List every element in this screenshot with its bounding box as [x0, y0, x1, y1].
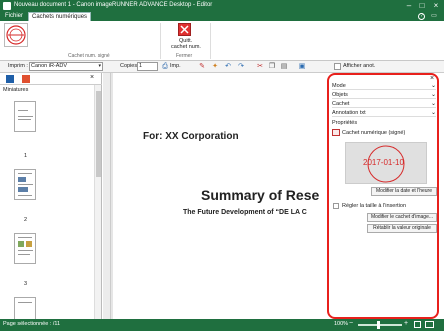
section-annotation[interactable]: Annotation txt ⌄ [332, 109, 436, 117]
document-page: For: XX Corporation Summary of Rese The … [113, 73, 328, 319]
help-icon[interactable]: ? [418, 13, 425, 20]
status-bar: Page sélectionnée : /11 100% − + [0, 319, 444, 331]
ribbon-tabs: Fichier Cachets numériques ? ▭ [0, 12, 444, 21]
ribbon-toggle-icon[interactable]: ▭ [429, 13, 439, 20]
print-icon[interactable]: ⎙ [161, 63, 169, 71]
toolbar: Imprim : Canon iR-ADV ▾ Copies: 1 ⎙ Imp.… [0, 61, 444, 73]
section-mode[interactable]: Mode ⌄ [332, 82, 436, 90]
copies-input[interactable]: 1 [137, 62, 158, 71]
stamp-button[interactable] [4, 23, 28, 47]
printer-select[interactable]: Canon iR-ADV ▾ [29, 62, 103, 71]
minimize-icon[interactable]: – [404, 1, 414, 11]
maximize-icon[interactable]: □ [417, 1, 427, 11]
stamp-item-icon [332, 129, 340, 136]
thumbnails-tab-icon[interactable] [6, 75, 14, 83]
fit-width-icon[interactable] [425, 321, 434, 328]
quit-icon [178, 23, 191, 36]
doc-title: Summary of Rese [201, 187, 320, 203]
tab-cachets-numeriques[interactable]: Cachets numériques [28, 12, 92, 21]
title-bar: Nouveau document 1 - Canon imageRUNNER A… [0, 0, 444, 12]
view-icon[interactable]: ▣ [298, 63, 306, 71]
zoom-in-icon[interactable]: + [404, 320, 408, 327]
zoom-slider[interactable] [358, 324, 402, 326]
ribbon: Cachet num. signé Quitt. cachet num. Fer… [0, 21, 444, 61]
doc-for-line: For: XX Corporation [143, 131, 239, 142]
chevron-down-icon: ▾ [98, 63, 101, 69]
resize-checkbox-label: Régler la taille à l'insertion [342, 203, 407, 209]
splitter-handle[interactable] [103, 73, 111, 319]
chevron-down-icon: ⌄ [430, 83, 436, 89]
document-area: For: XX Corporation Summary of Rese The … [103, 73, 328, 319]
quit-stamp-button[interactable]: Quitt. cachet num. [166, 23, 204, 51]
thumbnail-number-2: 2 [24, 217, 28, 223]
close-panel-icon[interactable]: × [430, 75, 434, 82]
stamp-item-label: Cachet numérique (signé) [342, 130, 406, 136]
stamp-group-label: Cachet num. signé [68, 53, 110, 59]
window-title: Nouveau document 1 - Canon imageRUNNER A… [14, 2, 213, 8]
afficher-checkbox[interactable] [334, 63, 341, 70]
panel-tabs: × [0, 73, 102, 85]
chevron-down-icon: ⌄ [430, 92, 436, 98]
paste-doc-icon[interactable]: ▤ [280, 63, 288, 71]
page-status: Page sélectionnée : /11 [3, 321, 61, 327]
zoom-level: 100% [334, 321, 349, 327]
close-icon[interactable]: × [431, 1, 441, 11]
afficher-label[interactable]: Afficher anot. [343, 63, 375, 69]
printer-label: Imprim : [8, 63, 28, 69]
cut-icon[interactable]: ✂ [256, 63, 264, 71]
doc-subtitle: The Future Development of “DE LA C [183, 209, 307, 216]
fit-page-icon[interactable] [414, 321, 421, 328]
print-button-label[interactable]: Imp. [170, 63, 181, 69]
printer-value: Canon iR-ADV [31, 63, 68, 69]
paste-icon[interactable]: ✎ [198, 63, 206, 71]
thumbnail-page-2[interactable] [14, 169, 36, 200]
restore-button[interactable]: Rétablir la valeur originale [367, 224, 437, 233]
stamp-tool-icon[interactable]: ✦ [211, 63, 219, 71]
copy-icon[interactable]: ❐ [268, 63, 276, 71]
stamp-properties-panel: × Mode ⌄ Objets ⌄ Cachet ⌄ Annotation txt ⌄ … [327, 73, 439, 319]
thumbnail-page-3[interactable] [14, 233, 36, 264]
thumbnail-page-1[interactable] [14, 101, 36, 132]
copies-value: 1 [139, 63, 143, 69]
resize-checkbox[interactable] [333, 203, 339, 209]
chevron-down-icon: ⌄ [430, 101, 436, 107]
stamp-icon [6, 25, 26, 45]
thumbnails-label: Miniatures [3, 87, 29, 93]
quit-label-2: cachet num. [171, 44, 201, 50]
stamp-date: 2017-01-10 [363, 158, 404, 167]
zoom-out-icon[interactable]: − [349, 320, 353, 327]
bookmarks-tab-icon[interactable] [22, 75, 30, 83]
stamp-preview: 2017-01-10 [345, 142, 427, 184]
thumbnail-number-3: 3 [24, 281, 28, 287]
close-panel-icon[interactable]: × [90, 74, 94, 81]
undo-icon[interactable]: ↶ [224, 63, 232, 71]
zoom-slider-thumb[interactable] [377, 321, 380, 329]
chevron-down-icon: ⌄ [430, 110, 436, 116]
app-icon [3, 2, 11, 10]
thumbnail-scrollbar[interactable] [94, 85, 101, 319]
modify-date-button[interactable]: Modifier la date et l'heure [371, 187, 437, 196]
thumbnail-page-4[interactable] [14, 297, 36, 319]
thumbnail-panel: × Miniatures 1 2 3 [0, 73, 102, 319]
properties-label: Propriétés [332, 120, 358, 126]
modify-image-button[interactable]: Modifier le cachet d'image... [367, 213, 437, 222]
tab-fichier[interactable]: Fichier [2, 12, 26, 21]
section-objets[interactable]: Objets ⌄ [332, 91, 436, 99]
close-group-label: Fermer [176, 53, 193, 59]
section-cachet[interactable]: Cachet ⌄ [332, 100, 436, 108]
redo-icon[interactable]: ↷ [237, 63, 245, 71]
copies-label: Copies: [120, 63, 139, 69]
thumbnail-number-1: 1 [24, 153, 28, 159]
